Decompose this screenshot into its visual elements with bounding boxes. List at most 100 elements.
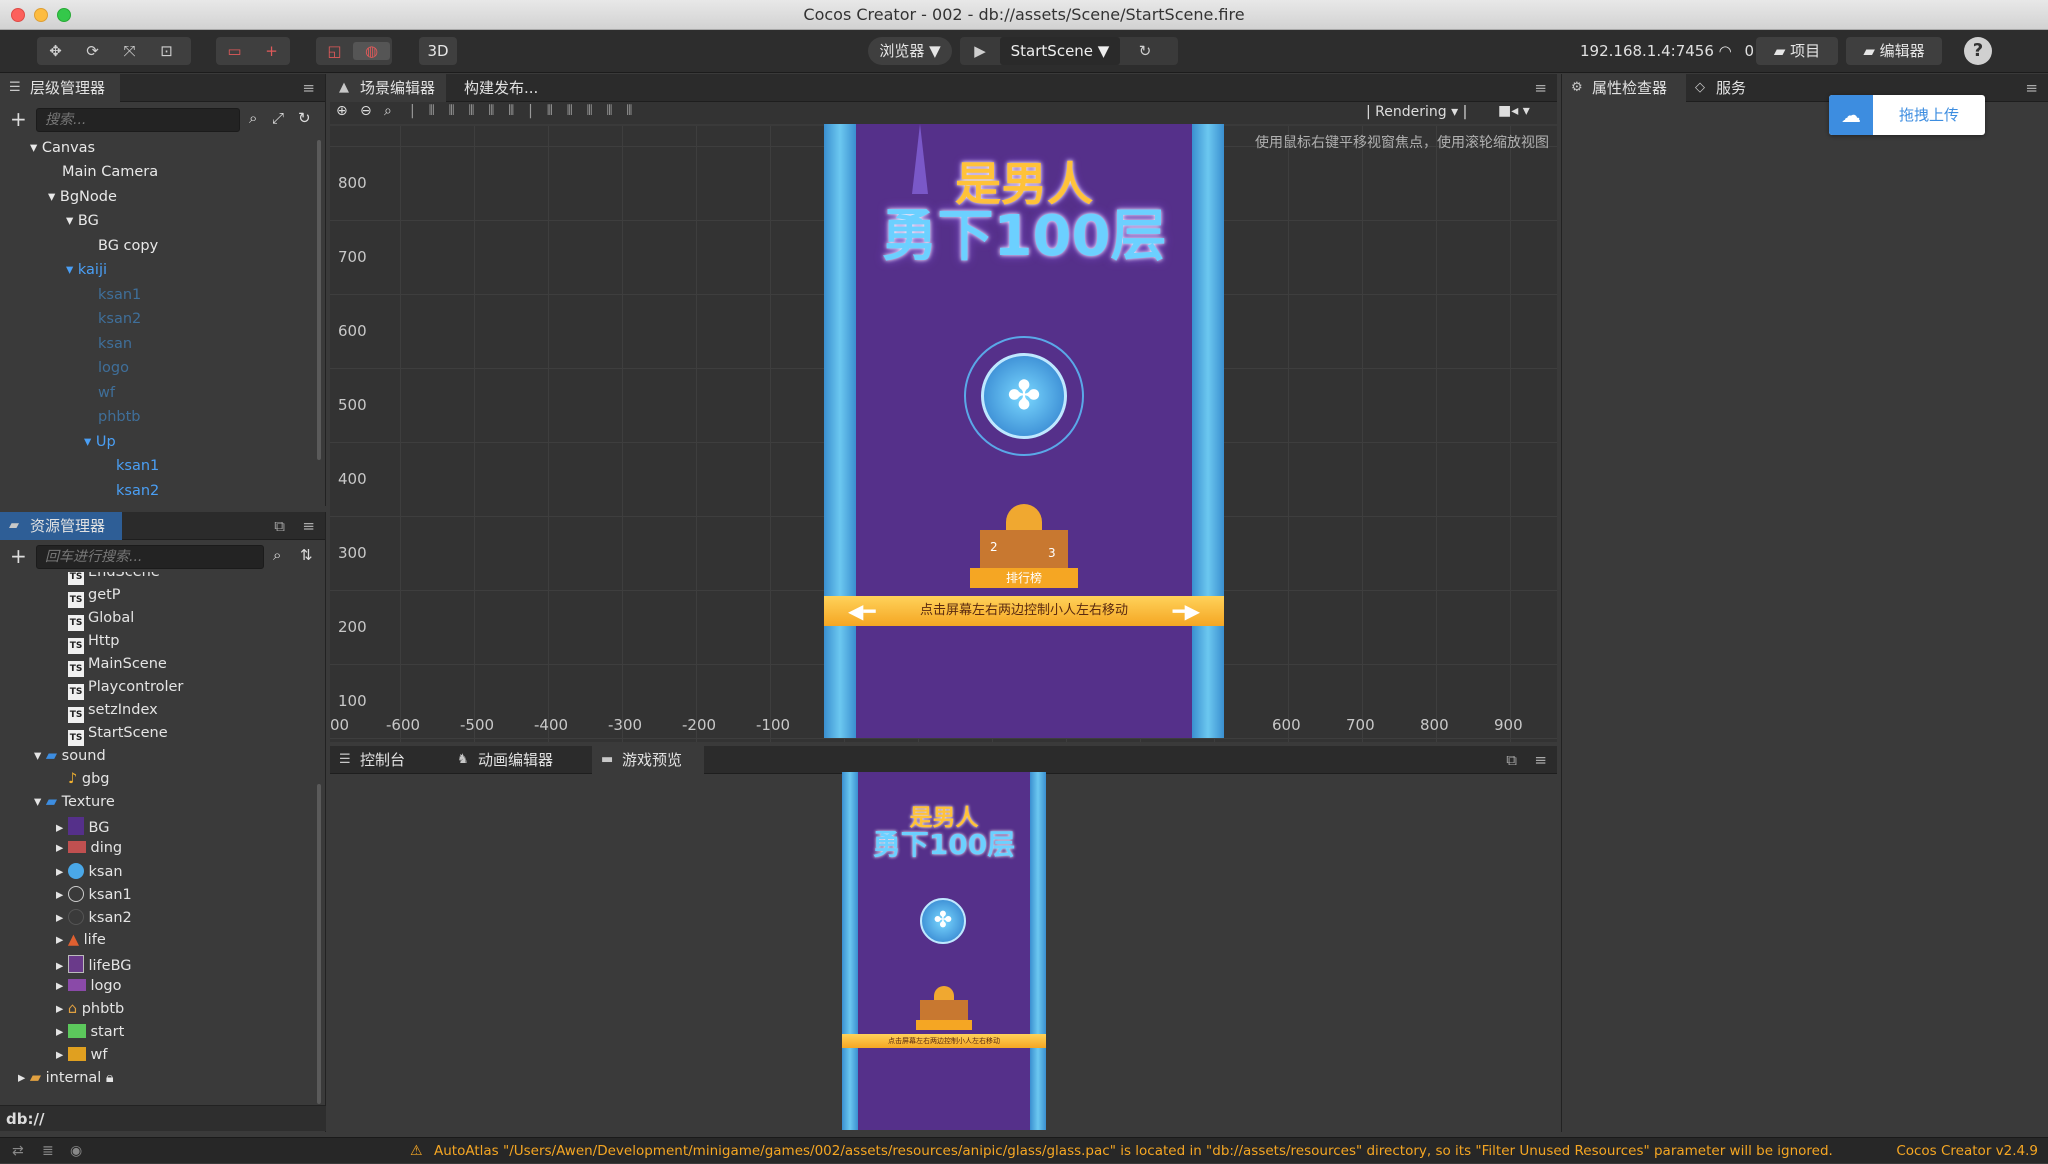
help-button[interactable]: ?	[1964, 37, 1992, 65]
tree-node[interactable]: logo	[98, 360, 129, 376]
tree-node[interactable]: ksan2	[98, 311, 141, 327]
popout-icon[interactable]: ⧉	[1506, 751, 1517, 769]
rotate-tool-icon[interactable]: ⟳	[74, 42, 111, 60]
panel-menu-icon[interactable]: ≡	[1534, 79, 1547, 97]
anchor-icon[interactable]: +	[253, 42, 290, 60]
asset-folder[interactable]: ▾ ▰ sound	[34, 748, 106, 764]
asset-texture[interactable]: ▸ lifeBG	[56, 955, 132, 974]
add-asset-icon[interactable]: +	[10, 544, 27, 568]
tree-node[interactable]: ksan	[98, 336, 132, 352]
move-tool-icon[interactable]: ✥	[37, 42, 74, 60]
project-button[interactable]: ▰ 项目	[1756, 37, 1838, 65]
tab-services[interactable]: ◇ 服务	[1686, 74, 1766, 102]
mini-start-button[interactable]: ✤	[920, 898, 966, 944]
sync-icon[interactable]: ⇄	[12, 1138, 24, 1164]
camera-icon[interactable]: ■◂ ▾	[1498, 103, 1530, 119]
tree-node[interactable]: ▾ BG	[66, 213, 99, 229]
asset-texture[interactable]: ▸ wf	[56, 1047, 107, 1063]
tab-build[interactable]: 构建发布...	[446, 74, 546, 102]
asset-script[interactable]: TS setzIndex	[68, 702, 158, 723]
tree-node[interactable]: ▾ BgNode	[48, 189, 117, 205]
hierarchy-scrollbar[interactable]	[317, 140, 321, 460]
tree-node[interactable]: ▾ Up	[84, 434, 116, 450]
add-node-icon[interactable]: +	[10, 107, 27, 131]
assets-scrollbar[interactable]	[317, 784, 321, 1104]
panel-menu-icon[interactable]: ≡	[2025, 79, 2038, 97]
popout-icon[interactable]: ⧉	[274, 517, 285, 535]
eye-icon[interactable]: ◉	[70, 1138, 82, 1164]
zoom-out-icon[interactable]: ⊖	[360, 103, 372, 119]
tree-node[interactable]: ksan1	[98, 287, 141, 303]
asset-audio[interactable]: ♪ gbg	[68, 771, 110, 787]
start-button[interactable]: ✤	[981, 353, 1067, 439]
upload-widget[interactable]: ☁ 拖拽上传	[1829, 95, 1985, 135]
asset-texture[interactable]: ▸ logo	[56, 978, 121, 994]
rendering-select[interactable]: | Rendering ▾ |	[1366, 104, 1467, 120]
asset-script[interactable]: TS StartScene	[68, 725, 168, 746]
3d-toggle-button[interactable]: 3D	[419, 37, 457, 65]
asset-script[interactable]: TS Playcontroler	[68, 679, 183, 700]
asset-texture[interactable]: ▸ ▲ life	[56, 932, 106, 948]
scene-viewport[interactable]: 使用鼠标右键平移视窗焦点，使用滚轮缩放视图 800 700 600 500 40…	[330, 124, 1557, 742]
asset-texture[interactable]: ▸ ksan	[56, 863, 123, 880]
tab-console[interactable]: ☰ 控制台	[330, 746, 448, 774]
tree-node[interactable]: ksan2	[116, 483, 159, 499]
collapse-icon[interactable]: ⤢	[272, 109, 284, 127]
tree-node[interactable]: wf	[98, 385, 115, 401]
asset-script[interactable]: TS Http	[68, 633, 119, 654]
play-icon[interactable]: ▶	[960, 42, 1000, 60]
platform-select[interactable]: 浏览器 ▼	[868, 37, 952, 65]
asset-texture[interactable]: ▸ start	[56, 1024, 124, 1040]
tab-hierarchy[interactable]: ☰ 层级管理器	[0, 74, 120, 102]
search-icon[interactable]: ⌕	[249, 109, 257, 127]
minimize-window-button[interactable]	[34, 8, 48, 22]
tab-game-preview[interactable]: ▬ 游戏预览	[592, 746, 704, 774]
asset-script[interactable]: TS EndScene	[68, 572, 160, 585]
asset-folder[interactable]: ▾ ▰ Texture	[34, 794, 115, 810]
scene-select[interactable]: StartScene ▼	[1000, 37, 1120, 65]
panel-menu-icon[interactable]: ≡	[302, 79, 315, 97]
zoom-reset-icon[interactable]: ⌕	[384, 103, 392, 119]
asset-script[interactable]: TS Global	[68, 610, 134, 631]
panel-menu-icon[interactable]: ≡	[302, 517, 315, 535]
pivot-icon[interactable]: ▭	[216, 42, 253, 60]
tab-animation[interactable]: ♞ 动画编辑器	[448, 746, 592, 774]
scale-tool-icon[interactable]: ⤧	[111, 42, 148, 60]
mini-game-canvas[interactable]: 是男人 勇下100层 ✤ 点击屏幕左右两边控制小人左右移动	[842, 772, 1046, 1130]
panel-menu-icon[interactable]: ≡	[1534, 751, 1547, 769]
tree-node[interactable]: ▾ kaiji	[66, 262, 107, 278]
local-coord-icon[interactable]: ◱	[316, 42, 353, 60]
asset-folder[interactable]: ▸ ▰ internal 🔒︎	[18, 1070, 114, 1086]
sort-icon[interactable]: ⇅	[300, 546, 313, 564]
world-coord-icon[interactable]: ◍	[353, 42, 390, 60]
align-tools-icon[interactable]: |⫴⫴⫴⫴⫴|⫴⫴⫴⫴⫴	[410, 103, 646, 119]
game-canvas[interactable]: 是男人 勇下100层 ✤ 2 3 排行榜 ◀━ 点击屏幕左右两边控制小人左右移动…	[824, 124, 1224, 738]
asset-search-input[interactable]: 回车进行搜索...	[36, 545, 264, 569]
tree-node[interactable]: ksan1	[116, 458, 159, 474]
asset-script[interactable]: TS getP	[68, 587, 121, 608]
tab-scene-editor[interactable]: ▲ 场景编辑器	[330, 74, 446, 102]
rect-tool-icon[interactable]: ⊡	[148, 42, 185, 60]
asset-texture[interactable]: ▸ ksan2	[56, 909, 132, 926]
asset-texture[interactable]: ▸ ⌂ phbtb	[56, 1001, 124, 1017]
tree-node[interactable]: Main Camera	[62, 164, 158, 180]
tree-node[interactable]: ▾ Canvas	[30, 140, 95, 156]
tree-node[interactable]: BG copy	[98, 238, 158, 254]
asset-script[interactable]: TS MainScene	[68, 656, 167, 677]
refresh-icon[interactable]: ↻	[1120, 42, 1170, 60]
search-icon[interactable]: ⌕	[273, 546, 281, 564]
editor-button[interactable]: ▰ 编辑器	[1846, 37, 1942, 65]
maximize-window-button[interactable]	[57, 8, 71, 22]
close-window-button[interactable]	[11, 8, 25, 22]
ranking-castle[interactable]: 2 3 排行榜	[970, 504, 1078, 590]
tab-assets[interactable]: ▰ 资源管理器	[0, 512, 122, 540]
tab-inspector[interactable]: ⚙ 属性检查器	[1562, 74, 1686, 102]
zoom-in-icon[interactable]: ⊕	[336, 103, 348, 119]
database-icon[interactable]: ≣	[42, 1138, 54, 1164]
asset-texture[interactable]: ▸ BG	[56, 817, 109, 836]
asset-texture[interactable]: ▸ ding	[56, 840, 122, 856]
refresh-icon[interactable]: ↻	[298, 109, 311, 127]
tree-node[interactable]: phbtb	[98, 409, 141, 425]
asset-texture[interactable]: ▸ ksan1	[56, 886, 132, 903]
hierarchy-search-input[interactable]: 搜索...	[36, 108, 240, 132]
